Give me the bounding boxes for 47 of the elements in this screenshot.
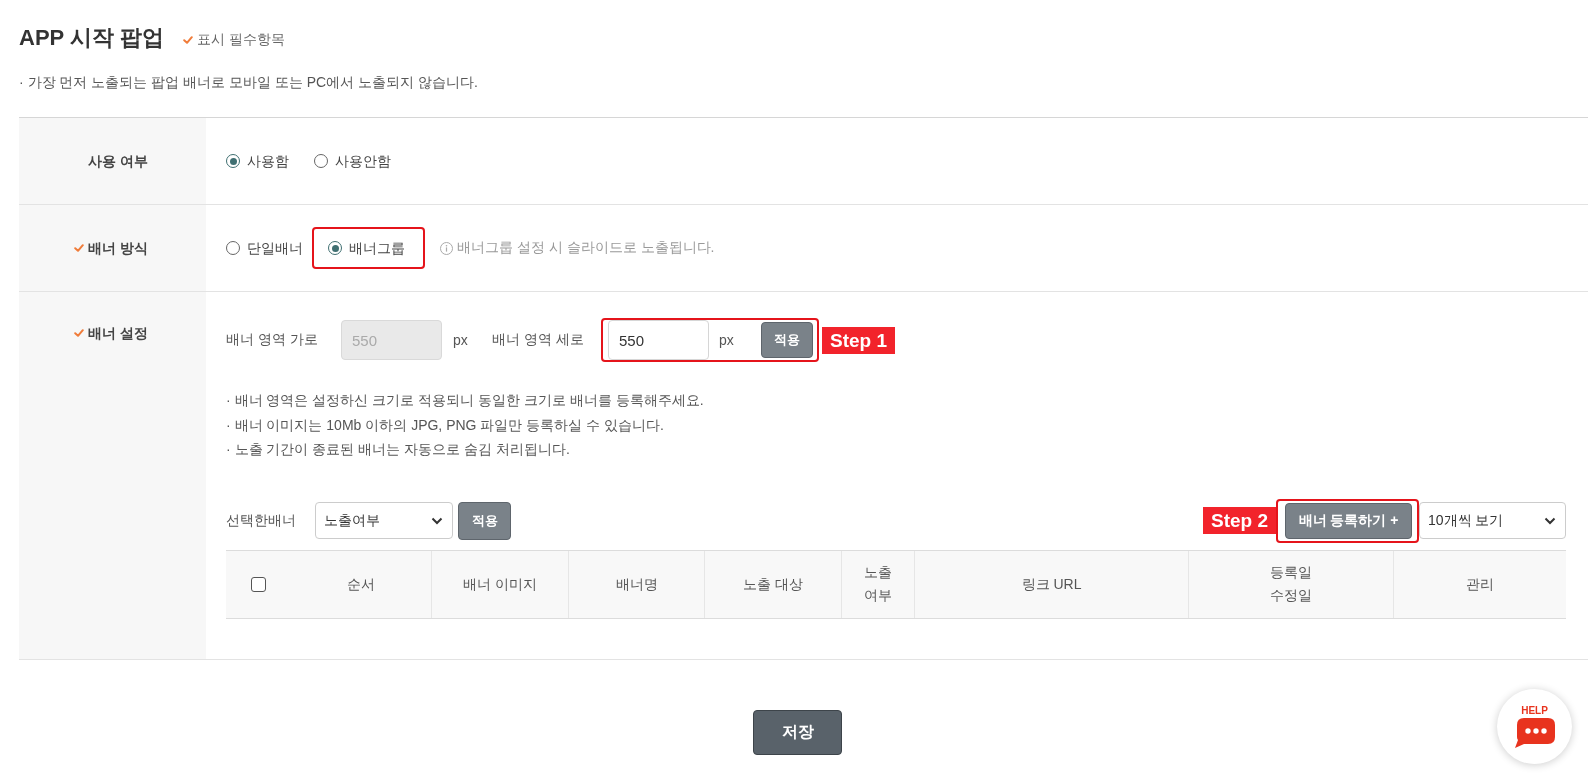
info-icon xyxy=(440,241,453,255)
status-dropdown[interactable]: 노출여부 xyxy=(315,502,453,539)
column-header: 등록일 수정일 xyxy=(1188,550,1393,618)
step-label: Step 2 xyxy=(1202,507,1276,534)
add-banner-button[interactable]: 배너 등록하기 + xyxy=(1285,502,1412,539)
field-label: 배너 방식 xyxy=(88,239,148,258)
save-button[interactable]: 저장 xyxy=(753,709,842,755)
apply-button[interactable]: 적용 xyxy=(458,501,511,540)
note-text: · 배너 영역은 설정하신 크기로 적용되니 동일한 크기로 배너를 등록해주세요. xyxy=(226,391,704,410)
chevron-icon xyxy=(431,516,443,525)
radio-label[interactable]: 배너그룹 xyxy=(349,238,405,258)
radio-button[interactable] xyxy=(226,154,240,168)
chat-bubble-icon xyxy=(1514,717,1555,748)
help-button[interactable]: HELP xyxy=(1497,689,1572,764)
field-label: 배너 설정 xyxy=(88,324,148,343)
radio-button[interactable] xyxy=(328,241,342,255)
unit-label: px xyxy=(453,332,469,348)
radio-label[interactable]: 사용안함 xyxy=(335,151,391,171)
page-description: · 가장 먼저 노출되는 팝업 배너로 모바일 또는 PC에서 노출되지 않습니다. xyxy=(19,73,478,91)
column-header: 순서 xyxy=(345,574,376,594)
note-text: · 노출 기간이 종료된 배너는 자동으로 숨김 처리됩니다. xyxy=(226,440,570,459)
field-label: 사용 여부 xyxy=(88,152,148,171)
column-header: 노출 대상 xyxy=(704,550,841,618)
text-input[interactable]: 550 xyxy=(608,320,709,360)
column-header: 노출 여부 xyxy=(841,550,914,618)
checkbox[interactable] xyxy=(250,576,266,592)
apply-button[interactable]: 적용 xyxy=(761,322,813,358)
radio-button[interactable] xyxy=(226,241,240,255)
chevron-icon xyxy=(1544,516,1556,525)
required-note: 표시 필수항목 xyxy=(197,31,285,49)
column-header: 관리 xyxy=(1393,550,1566,618)
column-header: 배너명 xyxy=(568,550,704,618)
radio-label[interactable]: 단일배너 xyxy=(247,238,303,258)
unit-label: px xyxy=(719,332,735,348)
step-label: Step 1 xyxy=(822,326,896,354)
page-title: APP 시작 팝업 xyxy=(19,25,165,51)
hint-text: 배너그룹 설정 시 슬라이드로 노출됩니다. xyxy=(457,239,715,257)
field-label: 배너 영역 가로 xyxy=(226,331,319,349)
field-label: 배너 영역 세로 xyxy=(492,331,585,349)
toolbar-label: 선택한배너 xyxy=(226,511,297,530)
column-header: 링크 URL xyxy=(914,550,1188,618)
radio-label[interactable]: 사용함 xyxy=(247,151,289,171)
page-size-dropdown[interactable]: 10개씩 보기 xyxy=(1419,502,1566,539)
note-text: · 배너 이미지는 10Mb 이하의 JPG, PNG 파일만 등록하실 수 있습니다. xyxy=(226,415,664,435)
check-icon xyxy=(183,36,194,44)
radio-button[interactable] xyxy=(314,154,328,168)
column-header: 배너 이미지 xyxy=(431,550,568,618)
